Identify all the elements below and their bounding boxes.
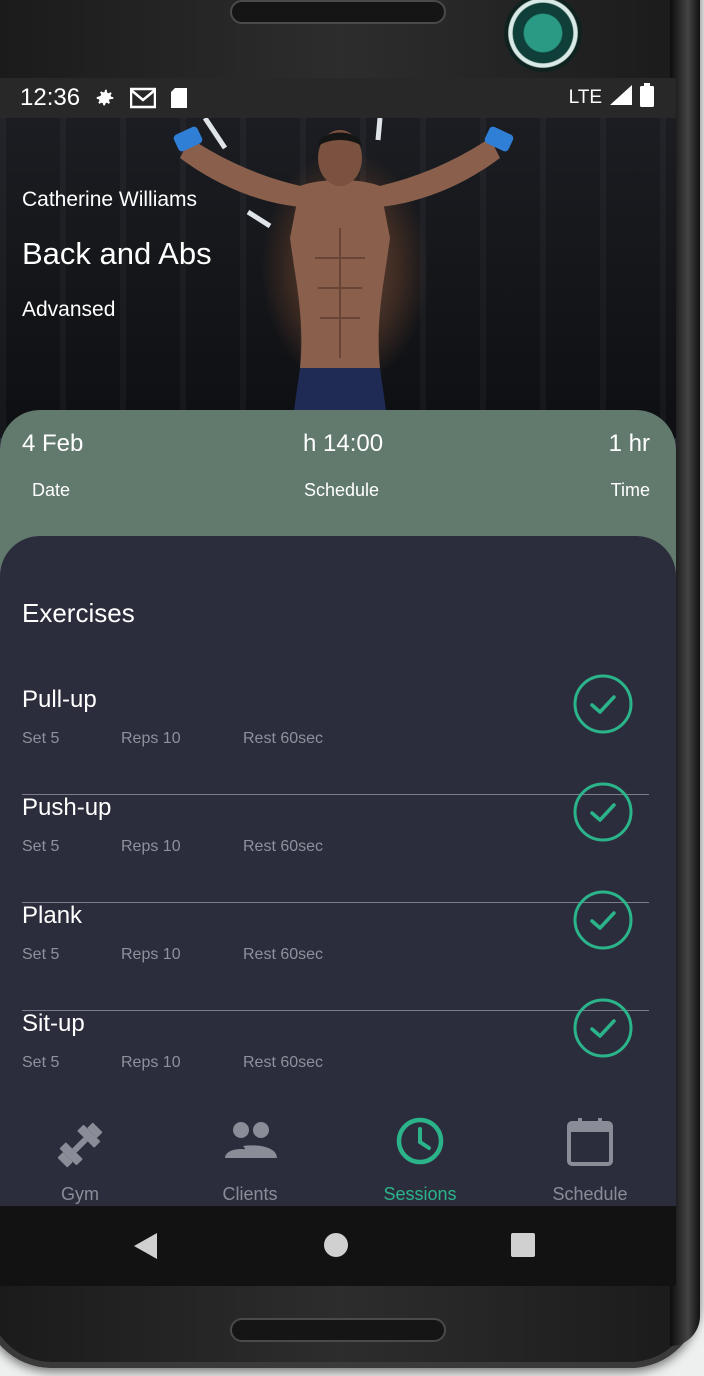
status-time: 12:36	[20, 84, 81, 111]
calendar-icon	[567, 1118, 613, 1166]
battery-icon	[640, 83, 654, 113]
check-circle-icon[interactable]	[573, 674, 633, 734]
exercise-sets: Set 5	[22, 946, 60, 963]
status-bar: 12:36 LTE	[0, 78, 676, 118]
exercise-sets: Set 5	[22, 1054, 60, 1071]
bottom-navigation: Gym Clients Sessions Schedule	[0, 1098, 676, 1208]
exercise-sets: Set 5	[22, 838, 60, 855]
gmail-icon	[130, 87, 157, 109]
phone-top-speaker	[230, 0, 446, 24]
exercise-rest: Rest 60sec	[243, 730, 324, 747]
nav-clients[interactable]: Clients	[170, 1098, 330, 1208]
check-circle-icon[interactable]	[573, 890, 633, 950]
clock-icon	[396, 1117, 444, 1165]
exercise-name: Sit-up	[22, 1010, 85, 1037]
nav-schedule[interactable]: Schedule	[510, 1098, 670, 1208]
system-navigation-bar	[0, 1206, 676, 1286]
session-title: Back and Abs	[22, 236, 212, 271]
exercise-rest: Rest 60sec	[243, 946, 324, 963]
nav-label: Sessions	[383, 1184, 457, 1204]
schedule-value: h 14:00	[303, 430, 384, 457]
exercise-reps: Reps 10	[121, 730, 181, 747]
date-value: 4 Feb	[22, 430, 84, 457]
exercises-heading: Exercises	[22, 598, 135, 628]
schedule-label: Schedule	[304, 480, 380, 500]
duration-value: 1 hr	[608, 430, 650, 457]
check-circle-icon[interactable]	[573, 998, 633, 1058]
difficulty-level: Advansed	[22, 298, 116, 321]
check-circle-icon[interactable]	[573, 782, 633, 842]
gear-icon	[94, 87, 116, 109]
exercise-row[interactable]: Push-up Set 5 Reps 10 Rest 60sec	[22, 782, 649, 903]
exercise-name: Push-up	[22, 794, 112, 821]
exercise-name: Pull-up	[22, 686, 97, 713]
exercise-sets: Set 5	[22, 730, 60, 747]
status-right-group: LTE	[569, 83, 654, 113]
session-hero-image: Catherine Williams Back and Abs Advansed	[0, 118, 676, 438]
exercise-reps: Reps 10	[121, 838, 181, 855]
exercise-reps: Reps 10	[121, 1054, 181, 1071]
exercise-rest: Rest 60sec	[243, 838, 324, 855]
dumbbell-icon	[57, 1122, 103, 1168]
recents-icon[interactable]	[510, 1232, 536, 1258]
app-screen: 12:36 LTE Catherine Williams Back and Ab…	[0, 78, 676, 1286]
nav-gym[interactable]: Gym	[0, 1098, 160, 1208]
signal-icon	[610, 85, 632, 111]
exercise-row[interactable]: Plank Set 5 Reps 10 Rest 60sec	[22, 890, 649, 1011]
duration-label: Time	[610, 480, 650, 500]
exercise-name: Plank	[22, 902, 83, 929]
athlete-illustration	[173, 118, 514, 438]
nav-sessions[interactable]: Sessions	[340, 1098, 500, 1208]
trainer-name: Catherine Williams	[22, 188, 198, 211]
nav-label: Schedule	[552, 1184, 628, 1204]
network-type: LTE	[568, 87, 602, 108]
phone-bottom-speaker	[230, 1318, 446, 1342]
exercise-row[interactable]: Pull-up Set 5 Reps 10 Rest 60sec	[22, 674, 649, 795]
home-icon[interactable]	[323, 1232, 349, 1258]
nav-label: Clients	[222, 1184, 278, 1204]
back-icon[interactable]	[133, 1232, 159, 1260]
date-label: Date	[32, 480, 71, 500]
exercise-reps: Reps 10	[121, 946, 181, 963]
exercise-rest: Rest 60sec	[243, 1054, 324, 1071]
nav-label: Gym	[61, 1184, 99, 1204]
sd-card-icon	[170, 87, 188, 109]
people-icon	[225, 1122, 277, 1158]
